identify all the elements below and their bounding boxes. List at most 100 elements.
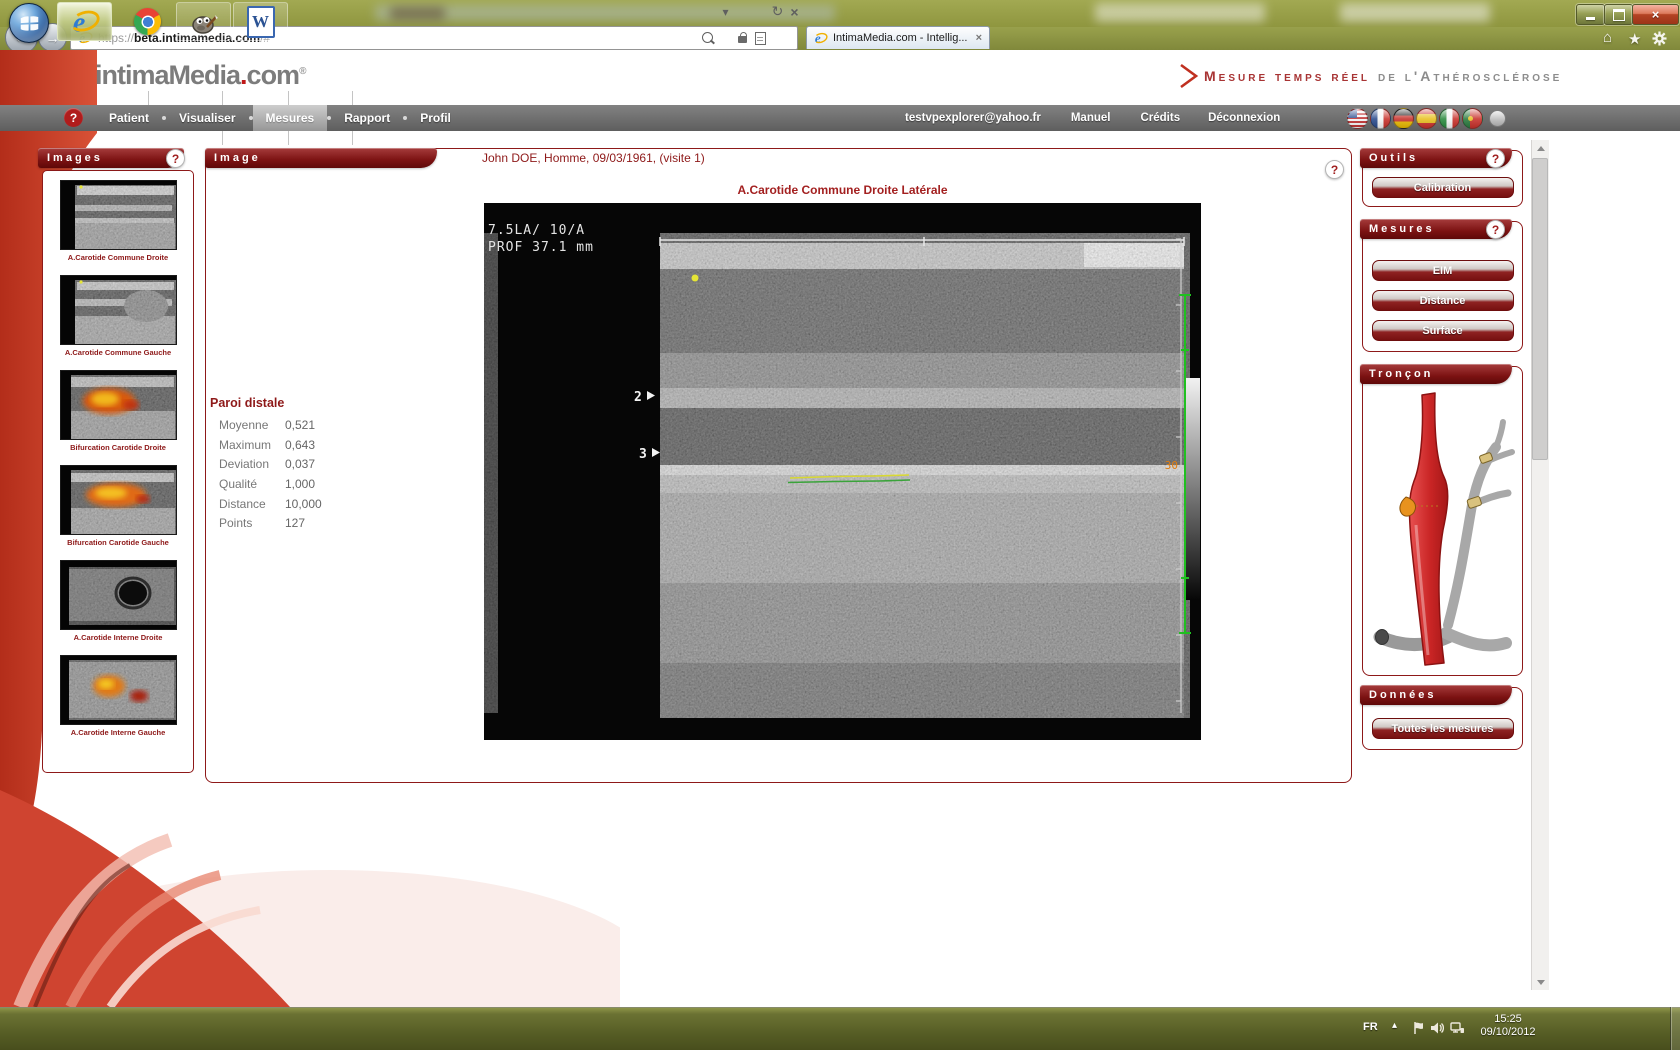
internet-explorer-icon: e (70, 7, 100, 37)
restore-button[interactable] (1604, 4, 1633, 25)
thumbnail-item[interactable]: A.Carotide Commune Gauche (58, 275, 179, 357)
toutes-les-mesures-button[interactable]: Toutes les mesures (1372, 718, 1514, 739)
troncon-panel (1362, 366, 1523, 676)
thumbnail-item[interactable]: Bifurcation Carotide Gauche (58, 465, 179, 547)
measure-row: Moyenne0,521 (210, 418, 410, 438)
ultrasound-thumbnail[interactable] (60, 370, 177, 440)
scroll-up-button[interactable] (1532, 140, 1549, 156)
page-content: intimaMedia.com® Mesure temps réel de l'… (0, 50, 1680, 1007)
nav-item-visualiser[interactable]: Visualiser (166, 105, 248, 131)
images-panel: A.Carotide Commune Droite A.Carotide Com… (42, 170, 194, 773)
browser-tab[interactable]: e IntimaMedia.com - Intellig... × (806, 26, 990, 49)
site-logo[interactable]: intimaMedia.com® (95, 60, 306, 91)
patient-info: John DOE, Homme, 09/03/1961, (visite 1) (482, 151, 705, 165)
minimize-button[interactable] (1576, 4, 1605, 25)
ultrasound-thumbnail[interactable] (60, 465, 177, 535)
tray-expand-icon[interactable]: ▴ (1392, 1020, 1397, 1031)
lock-icon (735, 30, 750, 45)
wallpaper-blur (390, 7, 445, 20)
thumbnail-item[interactable]: A.Carotide Interne Gauche (58, 655, 179, 737)
tab-close-icon[interactable]: × (976, 32, 982, 44)
flag-germany-icon[interactable] (1393, 108, 1414, 129)
grayscale-ramp (1186, 378, 1200, 600)
thumbnail-caption: Bifurcation Carotide Droite (58, 443, 179, 452)
images-help-button[interactable]: ? (166, 149, 185, 168)
home-icon[interactable]: ⌂ (1603, 29, 1612, 46)
nav-item-rapport[interactable]: Rapport (331, 105, 403, 131)
nav-item-mesures[interactable]: Mesures (253, 105, 328, 131)
nav-link-credits[interactable]: Crédits (1140, 112, 1180, 124)
flag-france-icon[interactable] (1370, 108, 1391, 129)
ultrasound-thumbnail[interactable] (60, 655, 177, 725)
close-button[interactable]: × (1632, 4, 1679, 25)
nav-item-patient[interactable]: Patient (96, 105, 162, 131)
thumbnail-item[interactable]: A.Carotide Commune Droite (58, 180, 179, 262)
nav-link-manuel[interactable]: Manuel (1071, 112, 1111, 124)
flag-spain-icon[interactable] (1416, 108, 1437, 129)
start-button[interactable] (9, 3, 49, 43)
search-icon[interactable] (700, 30, 715, 45)
overlay-probe-text: 7.5LA/ 10/A (488, 223, 585, 238)
flag-italy-icon[interactable] (1439, 108, 1460, 129)
chevron-icon (1178, 63, 1200, 89)
language-flags (1345, 108, 1506, 129)
close-icon: × (1652, 7, 1660, 22)
nav-separator (288, 131, 289, 145)
scrollbar-thumb[interactable] (1532, 158, 1548, 460)
gimp-icon (190, 8, 218, 36)
measure-row: Distance10,000 (210, 497, 410, 517)
measure-row: Qualité1,000 (210, 477, 410, 497)
eim-button[interactable]: EIM (1372, 260, 1514, 281)
nav-item-profil[interactable]: Profil (407, 105, 464, 131)
action-center-flag-icon[interactable] (1412, 1021, 1426, 1035)
language-indicator[interactable]: FR (1363, 1021, 1378, 1033)
taskbar-ie-button[interactable]: e (57, 2, 112, 41)
taskbar-gimp-button[interactable] (176, 2, 231, 41)
stop-icon[interactable]: × (787, 4, 802, 19)
minimize-icon (1586, 17, 1595, 20)
ultrasound-thumbnail[interactable] (60, 180, 177, 250)
thumbnail-caption: A.Carotide Interne Gauche (58, 728, 179, 737)
nav-link-deconnexion[interactable]: Déconnexion (1208, 112, 1280, 124)
thumbnail-item[interactable]: Bifurcation Carotide Droite (58, 370, 179, 452)
ultrasound-thumbnail[interactable] (60, 560, 177, 630)
mesures-help-button[interactable]: ? (1486, 220, 1505, 239)
restore-icon (1613, 9, 1625, 21)
show-desktop-button[interactable] (1670, 1007, 1680, 1050)
image-help-button[interactable]: ? (1325, 160, 1344, 179)
refresh-icon[interactable]: ↻ (770, 4, 785, 19)
compatibility-view-icon[interactable] (753, 31, 768, 46)
windows-logo-icon (19, 13, 40, 34)
tools-help-button[interactable]: ? (1486, 149, 1505, 168)
surface-button[interactable]: Surface (1372, 320, 1514, 341)
distance-button[interactable]: Distance (1372, 290, 1514, 311)
taskbar-chrome-button[interactable] (124, 2, 171, 41)
ultrasound-image[interactable]: 7.5LA/ 10/A PROF 37.1 mm 2 3 (484, 203, 1201, 740)
nav-help-button[interactable]: ? (64, 108, 83, 127)
volume-icon[interactable] (1430, 1021, 1444, 1035)
network-icon[interactable] (1450, 1021, 1465, 1035)
favorites-star-icon[interactable]: ★ (1628, 30, 1641, 48)
flag-us-icon[interactable] (1347, 108, 1368, 129)
search-dropdown-icon[interactable]: ▾ (718, 4, 733, 19)
measure-row: Maximum0,643 (210, 438, 410, 458)
thumbnail-caption: A.Carotide Commune Gauche (58, 348, 179, 357)
taskbar-word-button[interactable]: W (233, 2, 288, 41)
ultrasound-thumbnail[interactable] (60, 275, 177, 345)
tray-time: 15:25 (1477, 1013, 1539, 1026)
measure-row: Points127 (210, 516, 410, 536)
thumbnail-item[interactable]: A.Carotide Interne Droite (58, 560, 179, 642)
image-title: A.Carotide Commune Droite Latérale (484, 183, 1201, 197)
tray-clock[interactable]: 15:25 09/10/2012 (1477, 1013, 1539, 1039)
flag-portugal-icon[interactable] (1462, 108, 1483, 129)
measurement-title: Paroi distale (210, 396, 410, 410)
settings-gear-icon[interactable] (1652, 31, 1667, 46)
carotid-artery-diagram[interactable] (1368, 375, 1518, 670)
tray-date: 09/10/2012 (1477, 1026, 1539, 1039)
word-icon: W (247, 6, 275, 38)
nav-separator (352, 91, 353, 105)
scroll-down-button[interactable] (1532, 974, 1549, 990)
registered-mark: ® (299, 66, 306, 77)
calibration-button[interactable]: Calibration (1372, 177, 1514, 198)
flag-ghost-icon (1489, 110, 1506, 127)
